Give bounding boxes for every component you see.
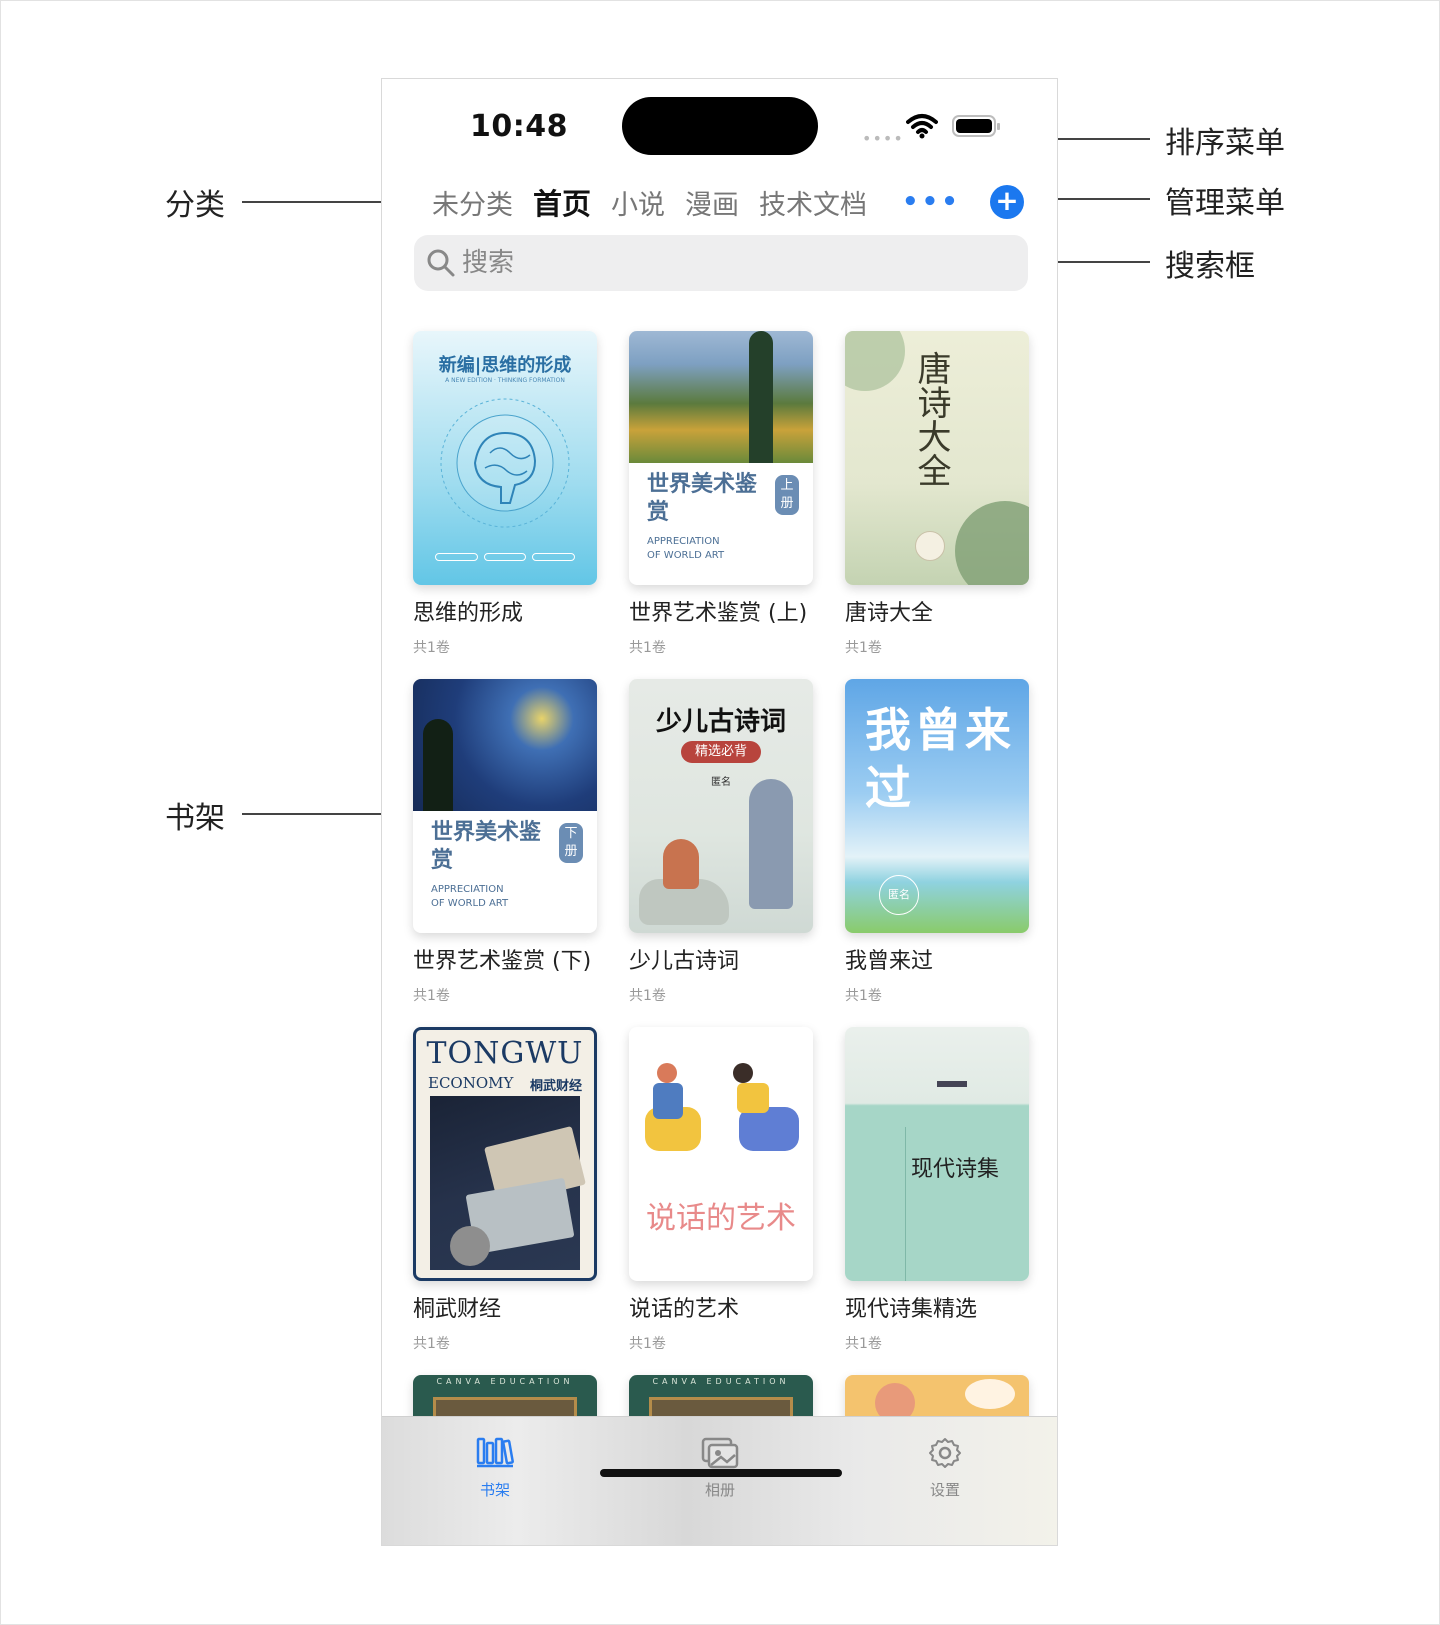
book-item[interactable]: 世界美术鉴赏 上册 APPRECIATION OF WORLD ART 世界艺术…	[629, 331, 813, 657]
annotation-line	[242, 813, 404, 815]
book-volume-count: 共1卷	[845, 640, 882, 656]
cover-tag: 下册	[559, 823, 583, 863]
book-title: 世界艺术鉴赏 (上)	[629, 601, 808, 626]
book-title: 说话的艺术	[629, 1297, 740, 1322]
search-input[interactable]	[462, 235, 1002, 291]
boat-illustration	[937, 1081, 967, 1087]
manage-menu-add-button[interactable]: +	[990, 185, 1024, 219]
cover-title: 现代诗集	[911, 1157, 1000, 1182]
home-indicator[interactable]	[600, 1469, 842, 1477]
brain-illustration	[440, 398, 570, 528]
book-cover[interactable]: 世界美术鉴赏 上册 APPRECIATION OF WORLD ART	[629, 331, 813, 585]
tab-tech-docs[interactable]: 技术文档	[759, 183, 867, 222]
cover-title: CANVA EDUCATION	[436, 1377, 574, 1386]
annotation-manage-menu: 管理菜单	[1165, 186, 1285, 221]
book-item[interactable]: 说话的艺术 说话的艺术 共1卷	[629, 1027, 813, 1353]
cover-subtitle: ECONOMY	[428, 1074, 514, 1092]
tab-comic[interactable]: 漫画	[685, 183, 739, 222]
book-item[interactable]: 唐诗大全 唐诗大全 共1卷	[845, 331, 1029, 657]
tab-label: 书架	[479, 1481, 510, 1499]
gear-icon	[929, 1438, 961, 1468]
tab-label: 相册	[704, 1481, 735, 1499]
book-item[interactable]: 世界美术鉴赏 下册 APPRECIATION OF WORLD ART 世界艺术…	[413, 679, 597, 1005]
tab-novel[interactable]: 小说	[611, 183, 665, 222]
cover-tag: 上册	[775, 475, 799, 515]
sort-menu-more-icon[interactable]: •••	[902, 187, 961, 217]
tab-uncategorized[interactable]: 未分类	[432, 183, 513, 222]
cover-subtitle: APPRECIATION OF WORLD ART	[431, 884, 509, 909]
painting-image	[629, 331, 813, 463]
dynamic-island	[622, 97, 818, 155]
photos-icon	[701, 1437, 739, 1469]
book-title: 少儿古诗词	[629, 949, 740, 974]
book-item[interactable]: 现代诗集 现代诗集精选 共1卷	[845, 1027, 1029, 1353]
book-item[interactable]: 新编|思维的形成 A NEW EDITION · THINKING FORMAT…	[413, 331, 597, 657]
book-title: 现代诗集精选	[845, 1297, 978, 1322]
search-icon	[427, 249, 455, 277]
book-item[interactable]: 我曾来过 匿名 我曾来过 共1卷	[845, 679, 1029, 1005]
book-volume-count: 共1卷	[629, 1336, 666, 1352]
annotation-sort-menu: 排序菜单	[1165, 126, 1285, 161]
bookshelf-icon	[476, 1437, 514, 1468]
book-title: 唐诗大全	[845, 601, 934, 626]
book-volume-count: 共1卷	[629, 988, 666, 1004]
book-title: 我曾来过	[845, 949, 934, 974]
book-cover[interactable]: 新编|思维的形成 A NEW EDITION · THINKING FORMAT…	[413, 331, 597, 585]
tab-home[interactable]: 首页	[533, 181, 591, 223]
annotation-search-box: 搜索框	[1165, 249, 1255, 284]
book-cover[interactable]: 少儿古诗词 精选必背 匿名	[629, 679, 813, 933]
cover-title: 唐诗大全	[911, 351, 951, 487]
book-volume-count: 共1卷	[413, 640, 450, 656]
annotation-category: 分类	[165, 188, 225, 223]
book-title: 桐武财经	[413, 1297, 502, 1322]
status-time: 10:48	[470, 109, 568, 144]
cover-title: TONGWU	[426, 1036, 584, 1071]
book-cover[interactable]: 现代诗集	[845, 1027, 1029, 1281]
tab-photos[interactable]: 相册	[660, 1433, 780, 1500]
tab-bookshelf[interactable]: 书架	[435, 1433, 555, 1500]
signal-icon: ••••	[862, 129, 904, 148]
book-cover[interactable]: TONGWU ECONOMY 桐武财经	[413, 1027, 597, 1281]
book-volume-count: 共1卷	[845, 1336, 882, 1352]
cover-subtitle: APPRECIATION OF WORLD ART	[647, 536, 725, 561]
tab-settings[interactable]: 设置	[885, 1433, 1005, 1500]
tab-bar: 书架 相册 设置	[382, 1416, 1057, 1545]
book-title: 世界艺术鉴赏 (下)	[413, 949, 592, 974]
cover-title: 少儿古诗词	[655, 707, 786, 737]
battery-icon	[952, 115, 1000, 137]
book-cover[interactable]: 我曾来过 匿名	[845, 679, 1029, 933]
book-item[interactable]: TONGWU ECONOMY 桐武财经 桐武财经 共1卷	[413, 1027, 597, 1353]
wifi-icon	[906, 114, 938, 139]
cover-title: 世界美术鉴赏	[647, 472, 758, 525]
book-volume-count: 共1卷	[845, 988, 882, 1004]
cover-title: 我曾来过	[865, 703, 1015, 815]
annotation-bookshelf: 书架	[165, 801, 225, 836]
book-cover[interactable]: 世界美术鉴赏 下册 APPRECIATION OF WORLD ART	[413, 679, 597, 933]
book-cover[interactable]: 说话的艺术	[629, 1027, 813, 1281]
book-volume-count: 共1卷	[413, 1336, 450, 1352]
cover-title: 世界美术鉴赏	[431, 820, 542, 873]
cover-title: 说话的艺术	[646, 1201, 796, 1236]
book-volume-count: 共1卷	[413, 988, 450, 1004]
cover-subtitle: 精选必背	[681, 741, 761, 763]
cover-subtitle: A NEW EDITION · THINKING FORMATION	[445, 377, 565, 384]
cover-title: CANVA EDUCATION	[652, 1377, 790, 1386]
cover-title: 新编|思维的形成	[438, 355, 572, 376]
book-cover[interactable]: 唐诗大全	[845, 331, 1029, 585]
tab-label: 设置	[929, 1481, 960, 1499]
book-title: 思维的形成	[413, 601, 524, 626]
book-volume-count: 共1卷	[629, 640, 666, 656]
cover-tag: 桐武财经	[529, 1079, 582, 1094]
search-box[interactable]	[414, 235, 1028, 291]
phone-screen: 10:48 •••• 未分类 首页 小说 漫画 技术文档 ••• + 新编|思维…	[381, 78, 1058, 1546]
cover-author: 匿名	[879, 875, 919, 915]
book-item[interactable]: 少儿古诗词 精选必背 匿名 少儿古诗词 共1卷	[629, 679, 813, 1005]
category-tabs: 未分类 首页 小说 漫画 技术文档	[432, 181, 867, 223]
painting-image	[413, 679, 597, 811]
